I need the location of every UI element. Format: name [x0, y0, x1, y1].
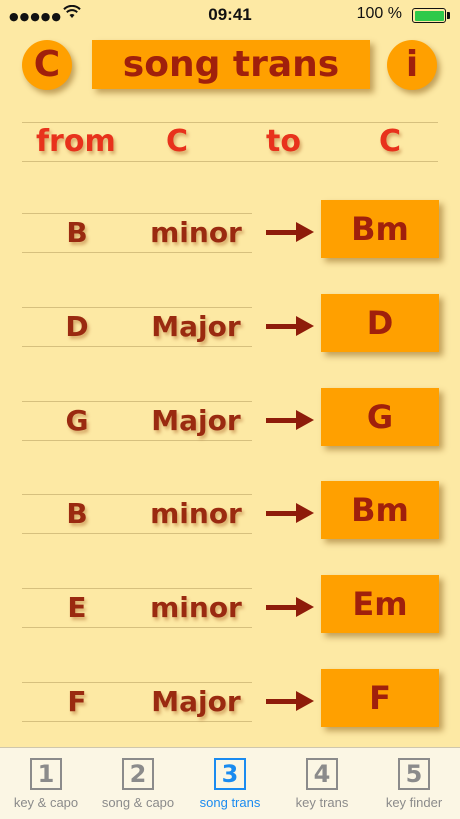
chord-note-picker[interactable]: D [40, 310, 114, 343]
tab-label: key trans [295, 795, 349, 810]
chord-note-picker[interactable]: F [40, 685, 114, 718]
tab-song-trans[interactable]: 3 song trans [184, 748, 276, 819]
divider [22, 533, 252, 534]
arrow-right-icon [266, 691, 316, 711]
tab-label: key & capo [13, 795, 79, 810]
divider [22, 401, 252, 402]
status-bar: ●●●●● 09:41 100 % [0, 0, 460, 30]
transposed-chord-button[interactable]: D [321, 294, 439, 352]
transposed-chord-button[interactable]: F [321, 669, 439, 727]
chord-quality-picker[interactable]: Major [140, 685, 252, 718]
chord-note-picker[interactable]: E [40, 591, 114, 624]
chord-row: E minor Em [0, 575, 460, 655]
chord-row: G Major G [0, 388, 460, 468]
tab-key-finder[interactable]: 5 key finder [368, 748, 460, 819]
tab-number-icon: 1 [30, 758, 62, 790]
chord-quality-picker[interactable]: minor [140, 216, 252, 249]
from-label: from [36, 124, 116, 159]
info-button[interactable]: i [387, 40, 437, 90]
to-label: to [266, 124, 301, 159]
battery-tip [447, 12, 450, 19]
arrow-right-icon [266, 597, 316, 617]
arrow-right-icon [266, 410, 316, 430]
chord-quality-picker[interactable]: minor [140, 591, 252, 624]
divider [22, 440, 252, 441]
divider [22, 307, 252, 308]
divider [22, 682, 252, 683]
chord-note-picker[interactable]: B [40, 497, 114, 530]
tab-key-trans[interactable]: 4 key trans [276, 748, 368, 819]
tab-key-capo[interactable]: 1 key & capo [0, 748, 92, 819]
divider [22, 252, 252, 253]
chord-row: D Major D [0, 294, 460, 374]
chord-row: F Major F [0, 669, 460, 749]
divider [22, 213, 252, 214]
tab-song-capo[interactable]: 2 song & capo [92, 748, 184, 819]
tab-bar: 1 key & capo 2 song & capo 3 song trans … [0, 747, 460, 819]
chord-note-picker[interactable]: G [40, 404, 114, 437]
divider [22, 721, 252, 722]
key-select-button[interactable]: C [22, 40, 72, 90]
battery-percent: 100 % [356, 5, 402, 22]
transposed-chord-button[interactable]: G [321, 388, 439, 446]
chord-note-picker[interactable]: B [40, 216, 114, 249]
divider [22, 122, 438, 123]
transposed-chord-button[interactable]: Bm [321, 200, 439, 258]
to-key-picker[interactable]: C [379, 124, 401, 159]
tab-number-icon: 4 [306, 758, 338, 790]
page-title: song trans [92, 40, 370, 89]
chord-row: B minor Bm [0, 200, 460, 280]
divider [22, 588, 252, 589]
chord-quality-picker[interactable]: Major [140, 310, 252, 343]
chord-quality-picker[interactable]: Major [140, 404, 252, 437]
from-key-picker[interactable]: C [166, 124, 188, 159]
chord-row: B minor Bm [0, 481, 460, 561]
tab-number-icon: 3 [214, 758, 246, 790]
divider [22, 627, 252, 628]
arrow-right-icon [266, 222, 316, 242]
transposed-chord-button[interactable]: Em [321, 575, 439, 633]
tab-number-icon: 5 [398, 758, 430, 790]
divider [22, 494, 252, 495]
arrow-right-icon [266, 503, 316, 523]
divider [22, 161, 438, 162]
transposed-chord-button[interactable]: Bm [321, 481, 439, 539]
tab-label: song trans [199, 795, 261, 810]
tab-label: song & capo [101, 795, 175, 810]
divider [22, 346, 252, 347]
tab-label: key finder [385, 795, 443, 810]
arrow-right-icon [266, 316, 316, 336]
chord-quality-picker[interactable]: minor [140, 497, 252, 530]
battery-icon [412, 8, 446, 23]
tab-number-icon: 2 [122, 758, 154, 790]
